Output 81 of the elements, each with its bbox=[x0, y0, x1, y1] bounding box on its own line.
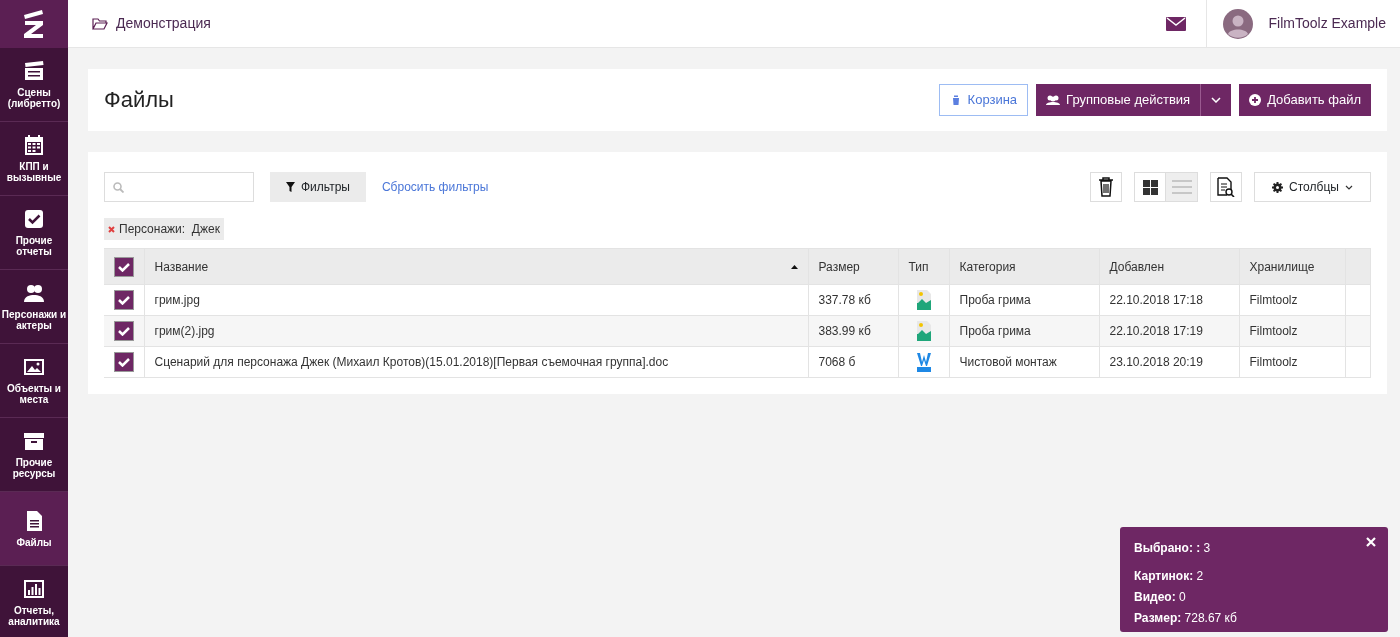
preview-button[interactable] bbox=[1210, 172, 1242, 202]
checkbox[interactable] bbox=[114, 256, 134, 277]
calendar-icon bbox=[23, 134, 45, 156]
file-name-cell: Сценарий для персонажа Джек (Михаил Кротов)(15.01.2018)[Первая съемочная группа].doc bbox=[144, 346, 808, 378]
check-icon bbox=[118, 261, 130, 272]
folder-icon bbox=[92, 17, 108, 30]
sidebar-item[interactable]: Сцены (либретто) bbox=[0, 48, 68, 122]
settings-icon bbox=[1272, 181, 1284, 193]
grid-icon bbox=[1142, 179, 1158, 195]
search-field[interactable] bbox=[104, 172, 254, 202]
table-cell: Filmtoolz bbox=[1239, 284, 1345, 316]
search-icon bbox=[113, 181, 124, 193]
sidebar-item[interactable]: Объекты и места bbox=[0, 344, 68, 418]
bar-chart-icon bbox=[23, 578, 45, 600]
column-header[interactable]: Название bbox=[144, 248, 808, 285]
dropdown-toggle-button[interactable] bbox=[1200, 84, 1232, 116]
image-file-icon bbox=[916, 290, 931, 310]
page-title: Файлы bbox=[104, 86, 175, 114]
summary-line: Картинок: 2 bbox=[1134, 568, 1204, 585]
checkbox-icon bbox=[23, 208, 45, 230]
column-header[interactable]: Тип bbox=[898, 248, 949, 285]
plus-circle-icon bbox=[1249, 94, 1262, 106]
trash-button[interactable]: Корзина bbox=[938, 84, 1029, 116]
table-cell: 7068 б bbox=[808, 346, 898, 378]
filter-icon bbox=[286, 182, 295, 192]
sidebar-item[interactable]: Прочие отчеты bbox=[0, 196, 68, 270]
summary-line: Выбрано: : 3 bbox=[1134, 540, 1211, 557]
image-icon bbox=[23, 356, 45, 378]
sidebar-item[interactable]: КПП и вызывные bbox=[0, 122, 68, 196]
image-file-icon bbox=[916, 321, 931, 341]
people-icon bbox=[1046, 94, 1061, 106]
breadcrumb-link[interactable]: Демонстрация bbox=[116, 13, 211, 34]
sidebar-item[interactable]: Файлы bbox=[0, 492, 68, 566]
file-name-cell: грим(2).jpg bbox=[144, 315, 808, 347]
document-search-icon bbox=[1217, 177, 1235, 197]
delete-button[interactable] bbox=[1090, 172, 1122, 202]
user-name[interactable]: FilmToolz Example bbox=[1268, 13, 1386, 34]
clapperboard-icon bbox=[23, 60, 45, 82]
filters-button[interactable]: Фильтры bbox=[270, 172, 366, 202]
word-file-icon bbox=[916, 352, 931, 372]
column-header[interactable]: Размер bbox=[808, 248, 898, 285]
columns-button[interactable]: Столбцы bbox=[1254, 172, 1371, 202]
remove-icon bbox=[108, 225, 115, 233]
table-cell: Проба грима bbox=[949, 315, 1099, 347]
table-cell: Filmtoolz bbox=[1239, 315, 1345, 347]
close-icon bbox=[1366, 537, 1376, 547]
summary-line: Размер: 728.67 кб bbox=[1134, 610, 1237, 627]
file-name-cell: грим.jpg bbox=[144, 284, 808, 316]
column-header[interactable]: Категория bbox=[949, 248, 1099, 285]
sidebar-item[interactable]: Отчеты, аналитика bbox=[0, 566, 68, 637]
check-icon bbox=[118, 357, 130, 367]
filter-tag[interactable]: Персонажи: Джек bbox=[104, 218, 224, 240]
table-cell: Чистовой монтаж bbox=[949, 346, 1099, 378]
list-icon bbox=[1171, 180, 1192, 194]
table-cell: 22.10.2018 17:19 bbox=[1099, 315, 1239, 347]
checkbox[interactable] bbox=[114, 290, 134, 310]
table-cell: 383.99 кб bbox=[808, 315, 898, 347]
summary-line: Видео: 0 bbox=[1134, 589, 1186, 606]
group-actions-button[interactable]: Групповые действия bbox=[1036, 84, 1201, 116]
check-icon bbox=[118, 326, 130, 336]
reset-filters-link[interactable]: Сбросить фильтры bbox=[381, 178, 489, 196]
trash-icon bbox=[1098, 177, 1114, 197]
table-cell: 337.78 кб bbox=[808, 284, 898, 316]
table-cell: 23.10.2018 20:19 bbox=[1099, 346, 1239, 378]
table-cell: Filmtoolz bbox=[1239, 346, 1345, 378]
sidebar-item[interactable]: Персонажи и актеры bbox=[0, 270, 68, 344]
avatar-icon bbox=[1222, 8, 1253, 39]
add-file-button[interactable]: Добавить файл bbox=[1239, 84, 1371, 116]
column-header[interactable]: Добавлен bbox=[1099, 248, 1239, 285]
caret-icon bbox=[1344, 184, 1353, 190]
caret-icon bbox=[1211, 97, 1222, 103]
column-header[interactable]: Хранилище bbox=[1239, 248, 1345, 285]
people-icon bbox=[23, 282, 45, 304]
checkbox[interactable] bbox=[114, 321, 134, 341]
table-cell: 22.10.2018 17:18 bbox=[1099, 284, 1239, 316]
mail-icon bbox=[1166, 16, 1186, 31]
archive-box-icon bbox=[23, 430, 45, 452]
grid-view-button[interactable] bbox=[1134, 172, 1166, 202]
check-icon bbox=[118, 295, 130, 305]
checkbox[interactable] bbox=[114, 352, 134, 372]
table-cell: Проба грима bbox=[949, 284, 1099, 316]
